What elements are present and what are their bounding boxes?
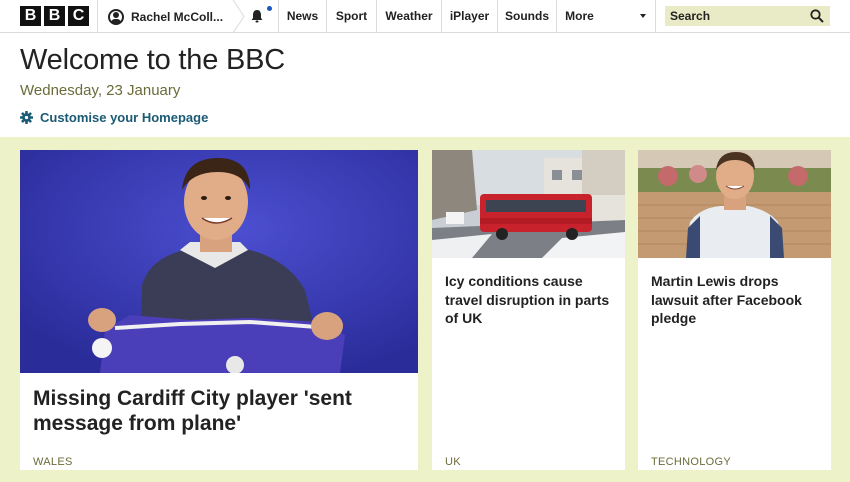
story-headline[interactable]: Martin Lewis drops lawsuit after Faceboo… — [651, 272, 827, 328]
nav-item-iplayer[interactable]: iPlayer — [442, 0, 497, 33]
nav-item-more[interactable]: More — [557, 0, 602, 33]
user-icon — [108, 8, 124, 25]
story-image — [20, 150, 418, 373]
notification-bell-icon[interactable] — [250, 9, 264, 23]
date-text: Wednesday, 23 January — [20, 82, 181, 99]
search-icon[interactable] — [810, 9, 824, 23]
bbc-logo[interactable]: B B C — [20, 6, 89, 26]
customise-label: Customise your Homepage — [40, 110, 209, 125]
logo-block: C — [68, 6, 89, 26]
chevron-divider-icon — [232, 0, 245, 33]
nav-item-sounds[interactable]: Sounds — [498, 0, 556, 33]
search-placeholder: Search — [670, 9, 711, 23]
top-stories-section: Missing Cardiff City player 'sent messag… — [0, 137, 850, 482]
story-card-main[interactable]: Missing Cardiff City player 'sent messag… — [20, 150, 418, 470]
story-tag[interactable]: UK — [445, 456, 461, 468]
divider — [655, 0, 656, 33]
story-card[interactable]: Martin Lewis drops lawsuit after Faceboo… — [638, 150, 831, 470]
story-image — [638, 150, 831, 258]
nav-item-news[interactable]: News — [279, 0, 326, 33]
gear-icon — [20, 111, 33, 124]
page-title: Welcome to the BBC — [20, 44, 286, 76]
logo-block: B — [20, 6, 41, 26]
story-tag[interactable]: TECHNOLOGY — [651, 456, 731, 468]
story-tag[interactable]: WALES — [33, 456, 73, 468]
notification-dot — [267, 6, 272, 11]
account-link[interactable]: Rachel McColl... — [108, 0, 223, 33]
story-headline[interactable]: Missing Cardiff City player 'sent messag… — [33, 386, 413, 436]
nav-item-weather[interactable]: Weather — [377, 0, 441, 33]
story-card[interactable]: Icy conditions cause travel disruption i… — [432, 150, 625, 470]
top-navigation: B B C Rachel McColl... News Sport Weathe… — [0, 0, 850, 33]
story-headline[interactable]: Icy conditions cause travel disruption i… — [445, 272, 617, 328]
chevron-down-icon[interactable] — [640, 14, 646, 18]
divider — [97, 0, 98, 33]
account-name: Rachel McColl... — [131, 9, 224, 24]
search-input[interactable]: Search — [665, 6, 830, 26]
customise-homepage-link[interactable]: Customise your Homepage — [20, 110, 208, 125]
logo-block: B — [44, 6, 65, 26]
story-image — [432, 150, 625, 258]
nav-item-sport[interactable]: Sport — [327, 0, 376, 33]
